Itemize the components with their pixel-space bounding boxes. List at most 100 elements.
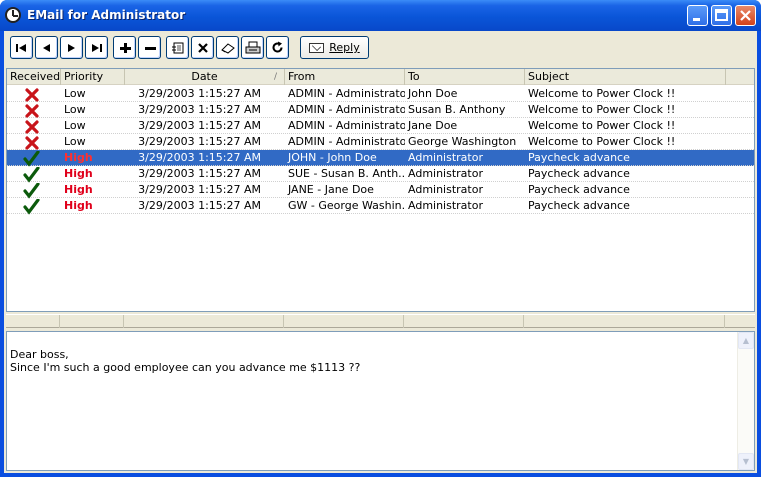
add-record-button[interactable]: [113, 36, 136, 59]
column-header-date[interactable]: Date /: [125, 69, 285, 85]
cross-icon: [20, 87, 44, 103]
minimize-button[interactable]: [687, 5, 708, 26]
checkmark-icon: [20, 198, 44, 215]
refresh-icon[interactable]: [266, 36, 289, 59]
message-grid[interactable]: Received Priority Date / From To Subject…: [6, 68, 755, 312]
first-record-button[interactable]: [10, 36, 33, 59]
cell-from: SUE - Susan B. Anth...: [288, 167, 405, 180]
table-row[interactable]: Low 3/29/2003 1:15:27 AM ADMIN - Administr…: [7, 118, 754, 134]
cross-icon: [20, 135, 44, 151]
cell-priority: High: [64, 183, 93, 196]
eraser-icon[interactable]: [216, 36, 239, 59]
scroll-down-icon[interactable]: ▼: [738, 453, 754, 470]
table-row[interactable]: High 3/29/2003 1:15:27 AM GW - George Wash…: [7, 198, 754, 215]
cell-from: ADMIN - Administrator: [288, 119, 405, 132]
window-client: Reply Received Priority Date / From To S…: [4, 31, 757, 473]
cell-priority: High: [64, 167, 93, 180]
cell-from: JANE - Jane Doe: [288, 183, 374, 196]
delete-record-button[interactable]: [191, 36, 214, 59]
table-row[interactable]: High 3/29/2003 1:15:27 AM JOHN - John Doe A…: [7, 150, 754, 167]
message-text: Dear boss, Since I'm such a good employe…: [10, 348, 730, 374]
cell-priority: High: [64, 199, 93, 212]
cell-date: 3/29/2003 1:15:27 AM: [138, 103, 261, 116]
scroll-up-icon[interactable]: ▲: [738, 332, 754, 349]
table-row[interactable]: High 3/29/2003 1:15:27 AM JANE - Jane Doe A…: [7, 182, 754, 199]
cell-priority: Low: [64, 119, 86, 132]
cell-to: John Doe: [408, 87, 458, 100]
previous-record-button[interactable]: [35, 36, 58, 59]
cell-to: George Washington: [408, 135, 517, 148]
footer-cell: [60, 315, 124, 328]
footer-cell: [404, 315, 524, 328]
cell-date: 3/29/2003 1:15:27 AM: [138, 199, 261, 212]
cell-from: JOHN - John Doe: [288, 151, 377, 164]
clock-icon: [5, 7, 21, 23]
title-bar[interactable]: EMail for Administrator: [0, 0, 761, 31]
message-line: Since I'm such a good employee can you a…: [10, 361, 361, 374]
cell-subject: Welcome to Power Clock !!: [528, 87, 676, 100]
cell-priority: Low: [64, 135, 86, 148]
cell-priority: Low: [64, 103, 86, 116]
cell-date: 3/29/2003 1:15:27 AM: [138, 183, 261, 196]
cell-date: 3/29/2003 1:15:27 AM: [138, 119, 261, 132]
toolbar: Reply: [4, 31, 757, 65]
checkmark-icon: [20, 166, 44, 183]
column-header-date-label: Date: [191, 70, 218, 83]
reply-button-label: Reply: [329, 41, 360, 54]
cell-from: GW - George Washin...: [288, 199, 405, 212]
cell-to: Administrator: [408, 151, 483, 164]
cell-subject: Paycheck advance: [528, 183, 630, 196]
message-line: Dear boss,: [10, 348, 69, 361]
cell-from: ADMIN - Administrator: [288, 87, 405, 100]
cell-subject: Paycheck advance: [528, 167, 630, 180]
table-row[interactable]: Low 3/29/2003 1:15:27 AM ADMIN - Administr…: [7, 134, 754, 150]
grid-header: Received Priority Date / From To Subject: [7, 69, 754, 85]
cell-to: Susan B. Anthony: [408, 103, 506, 116]
message-scrollbar[interactable]: ▲ ▼: [737, 332, 754, 470]
cell-subject: Welcome to Power Clock !!: [528, 135, 676, 148]
edit-record-icon[interactable]: [166, 36, 189, 59]
cell-priority: High: [64, 151, 93, 164]
cell-from: ADMIN - Administrator: [288, 135, 405, 148]
footer-cell: [284, 315, 404, 328]
footer-cell: [124, 315, 284, 328]
cell-date: 3/29/2003 1:15:27 AM: [138, 87, 261, 100]
column-header-subject[interactable]: Subject: [525, 69, 726, 85]
reply-button[interactable]: Reply: [300, 36, 369, 59]
footer-cell: [524, 315, 725, 328]
print-icon[interactable]: [241, 36, 264, 59]
cell-to: Administrator: [408, 183, 483, 196]
window-title: EMail for Administrator: [27, 8, 186, 22]
cell-date: 3/29/2003 1:15:27 AM: [138, 167, 261, 180]
column-header-priority[interactable]: Priority: [61, 69, 125, 85]
cell-date: 3/29/2003 1:15:27 AM: [138, 135, 261, 148]
column-header-from[interactable]: From: [285, 69, 405, 85]
cell-to: Administrator: [408, 167, 483, 180]
checkmark-icon: [20, 150, 44, 167]
table-row[interactable]: Low 3/29/2003 1:15:27 AM ADMIN - Administr…: [7, 86, 754, 102]
maximize-button[interactable]: [711, 5, 732, 26]
column-header-to[interactable]: To: [405, 69, 525, 85]
cell-subject: Paycheck advance: [528, 151, 630, 164]
email-window: EMail for Administrator Reply Received P…: [0, 0, 761, 477]
cross-icon: [20, 119, 44, 135]
cell-from: ADMIN - Administrator: [288, 103, 405, 116]
column-header-received[interactable]: Received: [7, 69, 61, 85]
cross-icon: [20, 103, 44, 119]
footer-cell: [6, 315, 60, 328]
message-body[interactable]: Dear boss, Since I'm such a good employe…: [6, 331, 755, 471]
cell-subject: Paycheck advance: [528, 199, 630, 212]
next-record-button[interactable]: [60, 36, 83, 59]
grid-footer: [6, 314, 755, 328]
cell-to: Jane Doe: [408, 119, 458, 132]
cell-subject: Welcome to Power Clock !!: [528, 103, 676, 116]
last-record-button[interactable]: [85, 36, 108, 59]
remove-record-button[interactable]: [138, 36, 161, 59]
checkmark-icon: [20, 182, 44, 199]
cell-priority: Low: [64, 87, 86, 100]
close-button[interactable]: [735, 5, 756, 26]
table-row[interactable]: Low 3/29/2003 1:15:27 AM ADMIN - Administr…: [7, 102, 754, 118]
cell-to: Administrator: [408, 199, 483, 212]
sort-indicator-icon: /: [273, 72, 277, 82]
table-row[interactable]: High 3/29/2003 1:15:27 AM SUE - Susan B. A…: [7, 166, 754, 183]
